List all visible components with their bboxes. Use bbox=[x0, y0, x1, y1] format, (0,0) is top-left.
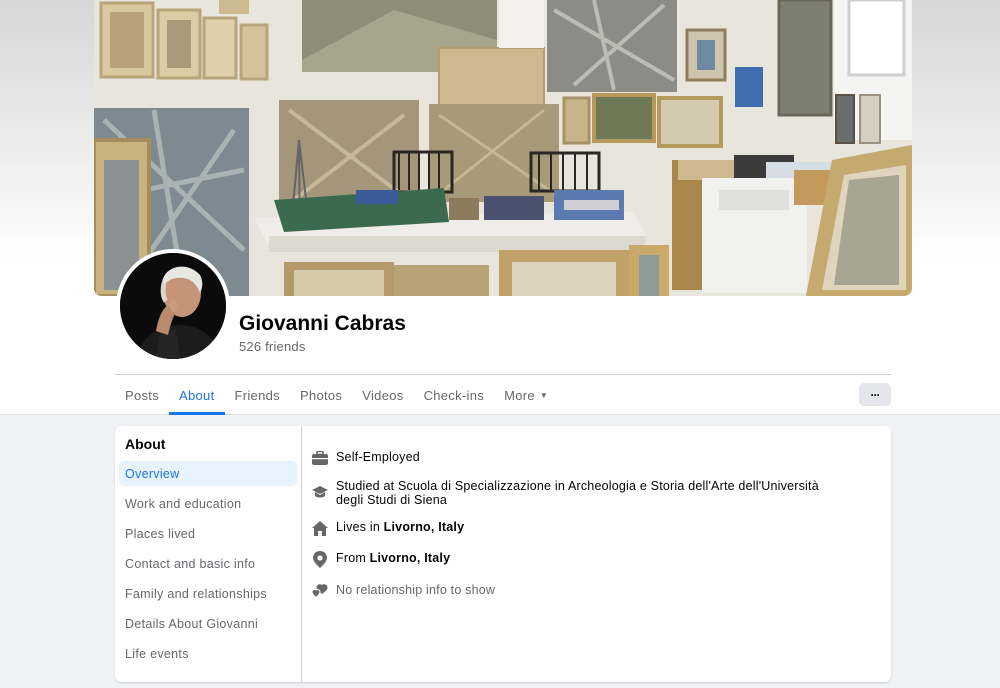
about-card: About Overview Work and education Places… bbox=[115, 426, 891, 682]
lives-place-link[interactable]: Livorno, Italy bbox=[384, 520, 465, 534]
lives-prefix: Lives in bbox=[336, 520, 384, 534]
sidebar-item-life-events[interactable]: Life events bbox=[119, 641, 297, 666]
tab-more[interactable]: More ▼ bbox=[494, 375, 558, 415]
from-place-link[interactable]: Livorno, Italy bbox=[370, 551, 451, 565]
location-pin-icon bbox=[312, 550, 328, 568]
tab-photos[interactable]: Photos bbox=[290, 375, 352, 415]
from-prefix: From bbox=[336, 551, 370, 565]
relationship-text: No relationship info to show bbox=[336, 583, 496, 597]
sidebar-item-contact-and-basic-info[interactable]: Contact and basic info bbox=[119, 551, 297, 576]
house-icon bbox=[312, 520, 328, 536]
overview-relationship: No relationship info to show bbox=[312, 583, 495, 599]
sidebar-item-work-and-education[interactable]: Work and education bbox=[119, 491, 297, 516]
overview-from: From Livorno, Italy bbox=[312, 550, 451, 568]
about-sidebar: About Overview Work and education Places… bbox=[115, 426, 302, 682]
sidebar-item-label: Life events bbox=[125, 646, 189, 661]
hearts-icon bbox=[312, 583, 328, 599]
caret-down-icon: ▼ bbox=[539, 390, 549, 400]
overview-education: Studied at Scuola di Specializzazione in… bbox=[312, 479, 819, 507]
tab-label: More bbox=[504, 387, 535, 403]
about-title: About bbox=[125, 436, 166, 452]
ellipsis-icon: ··· bbox=[870, 387, 881, 402]
cover-photo[interactable] bbox=[94, 0, 912, 296]
overview-work: Self-Employed bbox=[312, 450, 420, 466]
sidebar-item-label: Contact and basic info bbox=[125, 556, 256, 571]
sidebar-item-label: Overview bbox=[125, 466, 180, 481]
tab-posts[interactable]: Posts bbox=[115, 375, 169, 415]
tab-about[interactable]: About bbox=[169, 375, 225, 415]
briefcase-icon bbox=[312, 450, 328, 466]
sidebar-item-label: Places lived bbox=[125, 526, 196, 541]
education-line-1: Studied at Scuola di Specializzazione in… bbox=[336, 479, 819, 493]
sidebar-item-label: Family and relationships bbox=[125, 586, 267, 601]
tab-label: Videos bbox=[362, 387, 404, 403]
sidebar-item-label: Work and education bbox=[125, 496, 242, 511]
sidebar-item-family-and-relationships[interactable]: Family and relationships bbox=[119, 581, 297, 606]
tab-label: Check-ins bbox=[423, 387, 485, 403]
tab-check-ins[interactable]: Check-ins bbox=[414, 375, 495, 415]
sidebar-item-places-lived[interactable]: Places lived bbox=[119, 521, 297, 546]
tab-label: Posts bbox=[125, 387, 160, 403]
more-options-button[interactable]: ··· bbox=[859, 383, 891, 406]
sidebar-item-details-about[interactable]: Details About Giovanni bbox=[119, 611, 297, 636]
sidebar-item-label: Details About Giovanni bbox=[125, 616, 259, 631]
education-line-2: degli Studi di Siena bbox=[336, 493, 448, 507]
education-text[interactable]: Studied at Scuola di Specializzazione in… bbox=[336, 479, 819, 507]
graduation-cap-icon bbox=[312, 484, 328, 500]
work-text: Self-Employed bbox=[336, 450, 420, 464]
tab-label: Friends bbox=[234, 387, 280, 403]
profile-name: Giovanni Cabras bbox=[239, 312, 406, 335]
profile-tabs: Posts About Friends Photos Videos Check-… bbox=[115, 375, 558, 415]
friends-count[interactable]: 526 friends bbox=[239, 339, 306, 354]
tab-friends[interactable]: Friends bbox=[225, 375, 290, 415]
tab-label: About bbox=[179, 387, 215, 403]
overview-lives: Lives in Livorno, Italy bbox=[312, 520, 464, 536]
tab-videos[interactable]: Videos bbox=[352, 375, 413, 415]
profile-header: Giovanni Cabras 526 friends Posts About … bbox=[0, 0, 1000, 415]
profile-avatar[interactable] bbox=[116, 249, 230, 363]
tab-label: Photos bbox=[299, 387, 343, 403]
sidebar-item-overview[interactable]: Overview bbox=[119, 461, 297, 486]
